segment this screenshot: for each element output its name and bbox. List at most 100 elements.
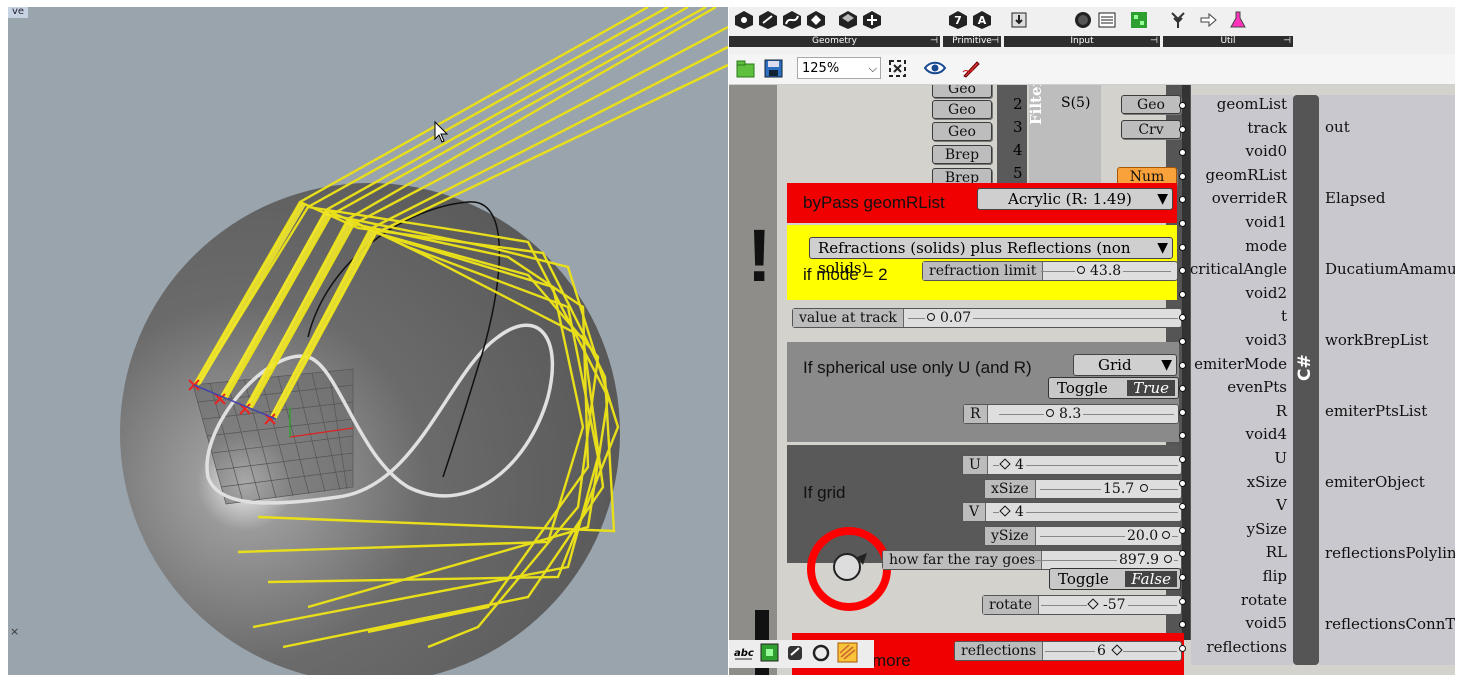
mode-dropdown[interactable]: Refractions (solids) plus Reflections (n… [809,237,1173,277]
point-icon[interactable] [733,9,754,30]
input-port[interactable] [1179,479,1186,487]
xsize-slider[interactable]: xSize 15.7 [984,479,1182,499]
v-slider[interactable]: V 4 [962,502,1182,522]
input-port[interactable] [1179,644,1186,652]
list-icon[interactable] [1096,9,1117,30]
wave-icon[interactable] [837,642,858,663]
input-port[interactable] [1179,408,1186,416]
csharp-input-geomrlist[interactable]: geomRList [1205,166,1287,184]
r-slider[interactable]: R 8.3 [963,404,1179,424]
input-port[interactable] [1179,243,1186,251]
csharp-input-v[interactable]: V [1276,496,1287,514]
abc-icon[interactable]: abc [733,642,754,663]
csharp-input-mode[interactable]: mode [1245,237,1287,255]
tree-icon[interactable] [1167,9,1188,30]
filter-input-geo-0[interactable]: Geo [932,85,992,98]
csharp-input-r[interactable]: R [1276,402,1287,420]
flip-toggle[interactable]: Toggle False [1049,568,1181,590]
mode-group[interactable]: Refractions (solids) plus Reflections (n… [787,225,1178,300]
filter-input-geo-1[interactable]: Geo [932,100,992,119]
csharp-output-ducatiumamamusd[interactable]: DucatiumAmamusD [1325,260,1455,278]
surface-icon[interactable] [805,9,826,30]
zoom-select[interactable]: 125% ⌵ [797,57,881,79]
flask-icon[interactable] [1227,9,1248,30]
csharp-input-geomlist[interactable]: geomList [1217,95,1287,113]
u-slider[interactable]: U 4 [962,455,1182,475]
spherical-group[interactable]: If spherical use only U (and R) Grid ▼ To… [787,342,1179,442]
csharp-input-ysize[interactable]: ySize [1247,520,1287,538]
csharp-input-void2[interactable]: void2 [1246,284,1287,302]
filter-component[interactable]: Geo Geo Geo Brep Brep 2 3 4 5 Filter S(5… [929,85,1109,187]
field-icon[interactable] [861,9,882,30]
csharp-output-elapsed[interactable]: Elapsed [1325,189,1385,207]
even-points-toggle[interactable]: Toggle True [1048,377,1179,399]
csharp-input-evenpts[interactable]: evenPts [1227,378,1287,396]
input-port[interactable] [1179,125,1186,133]
csharp-input-void3[interactable]: void3 [1246,331,1287,349]
vector-icon[interactable] [757,9,778,30]
filter-output-geo[interactable]: Geo [1121,95,1181,114]
text-a-icon[interactable]: A [971,9,992,30]
input-port[interactable] [1179,456,1186,463]
csharp-input-reflections[interactable]: reflections [1206,638,1287,656]
input-port[interactable] [1179,290,1186,298]
filter-output-crv[interactable]: Crv [1121,120,1181,139]
button-icon[interactable] [1072,9,1093,30]
material-dropdown[interactable]: Acrylic (R: 1.49) ▼ [977,188,1173,210]
track-slider[interactable]: value at track 0.07 [792,308,1182,328]
input-port[interactable] [1179,361,1186,369]
arrow-icon[interactable] [1197,9,1218,30]
circle-icon[interactable] [811,642,832,663]
preview-eye-icon[interactable] [923,58,947,79]
input-port[interactable] [1179,102,1186,109]
csharp-input-criticalangle[interactable]: criticalAngle [1190,260,1287,278]
csharp-input-void5[interactable]: void5 [1246,614,1287,632]
csharp-input-void0[interactable]: void0 [1246,142,1287,160]
csharp-output-reflectionsconntob[interactable]: reflectionsConnToB [1325,615,1455,633]
input-port[interactable] [1179,338,1186,345]
csharp-input-rotate[interactable]: rotate [1241,591,1287,609]
csharp-input-overrider[interactable]: overrideR [1212,189,1287,207]
csharp-output-emiterptslist[interactable]: emiterPtsList [1325,402,1427,420]
input-port[interactable] [1179,597,1186,605]
csharp-input-rl[interactable]: RL [1266,543,1287,561]
bypass-group[interactable]: byPass geomRList Acrylic (R: 1.49) ▼ [787,183,1177,223]
integer-7-icon[interactable]: 7 [947,9,968,30]
csharp-input-emitermode[interactable]: emiterMode [1194,355,1287,373]
csharp-input-void4[interactable]: void4 [1246,425,1287,443]
rotate-slider[interactable]: rotate -57 [982,595,1182,615]
input-port[interactable] [1179,172,1186,180]
reflections-slider[interactable]: reflections 6 [954,641,1182,661]
input-port[interactable] [1179,526,1186,534]
csharp-input-flip[interactable]: flip [1263,567,1287,585]
csharp-input-void1[interactable]: void1 [1246,213,1287,231]
input-port[interactable] [1179,574,1186,581]
plugin-icon[interactable] [759,642,780,663]
csharp-output-workbreplist[interactable]: workBrepList [1325,331,1428,349]
emiter-mode-dropdown[interactable]: Grid ▼ [1073,354,1177,376]
csharp-component[interactable]: C# geomList track void0 geomRList overrideR v… [1179,85,1455,675]
csharp-input-xsize[interactable]: xSize [1247,473,1287,491]
csharp-output-reflectionspolylinel[interactable]: reflectionsPolylineL [1325,544,1455,562]
sketch-pen-icon[interactable] [961,58,982,79]
zoom-extents-icon[interactable] [887,58,908,79]
csharp-output-emiterobject[interactable]: emiterObject [1325,473,1425,491]
refraction-limit-slider[interactable]: refraction limit 43.8 [922,261,1178,281]
mesh-icon[interactable] [837,9,858,30]
csharp-output-out[interactable]: out [1325,118,1350,136]
input-port[interactable] [1179,220,1186,227]
open-file-icon[interactable] [735,58,756,79]
curve-icon[interactable] [781,9,802,30]
csharp-input-track[interactable]: track [1247,119,1287,137]
csharp-input-u[interactable]: U [1274,449,1287,467]
ysize-slider[interactable]: ySize 20.0 [984,526,1182,546]
how-far-slider[interactable]: how far the ray goes 897.9 [882,550,1182,570]
csharp-input-t[interactable]: t [1281,307,1287,325]
link-icon[interactable] [785,642,806,663]
import-icon[interactable] [1008,9,1029,30]
gh-canvas[interactable]: Geo Geo Geo Brep Brep 2 3 4 5 Filter S(5… [729,85,1455,675]
filter-input-geo-2[interactable]: Geo [932,122,992,141]
filter-input-brep-1[interactable]: Brep [932,145,992,164]
gradient-icon[interactable] [1128,9,1149,30]
save-file-icon[interactable] [763,58,784,79]
